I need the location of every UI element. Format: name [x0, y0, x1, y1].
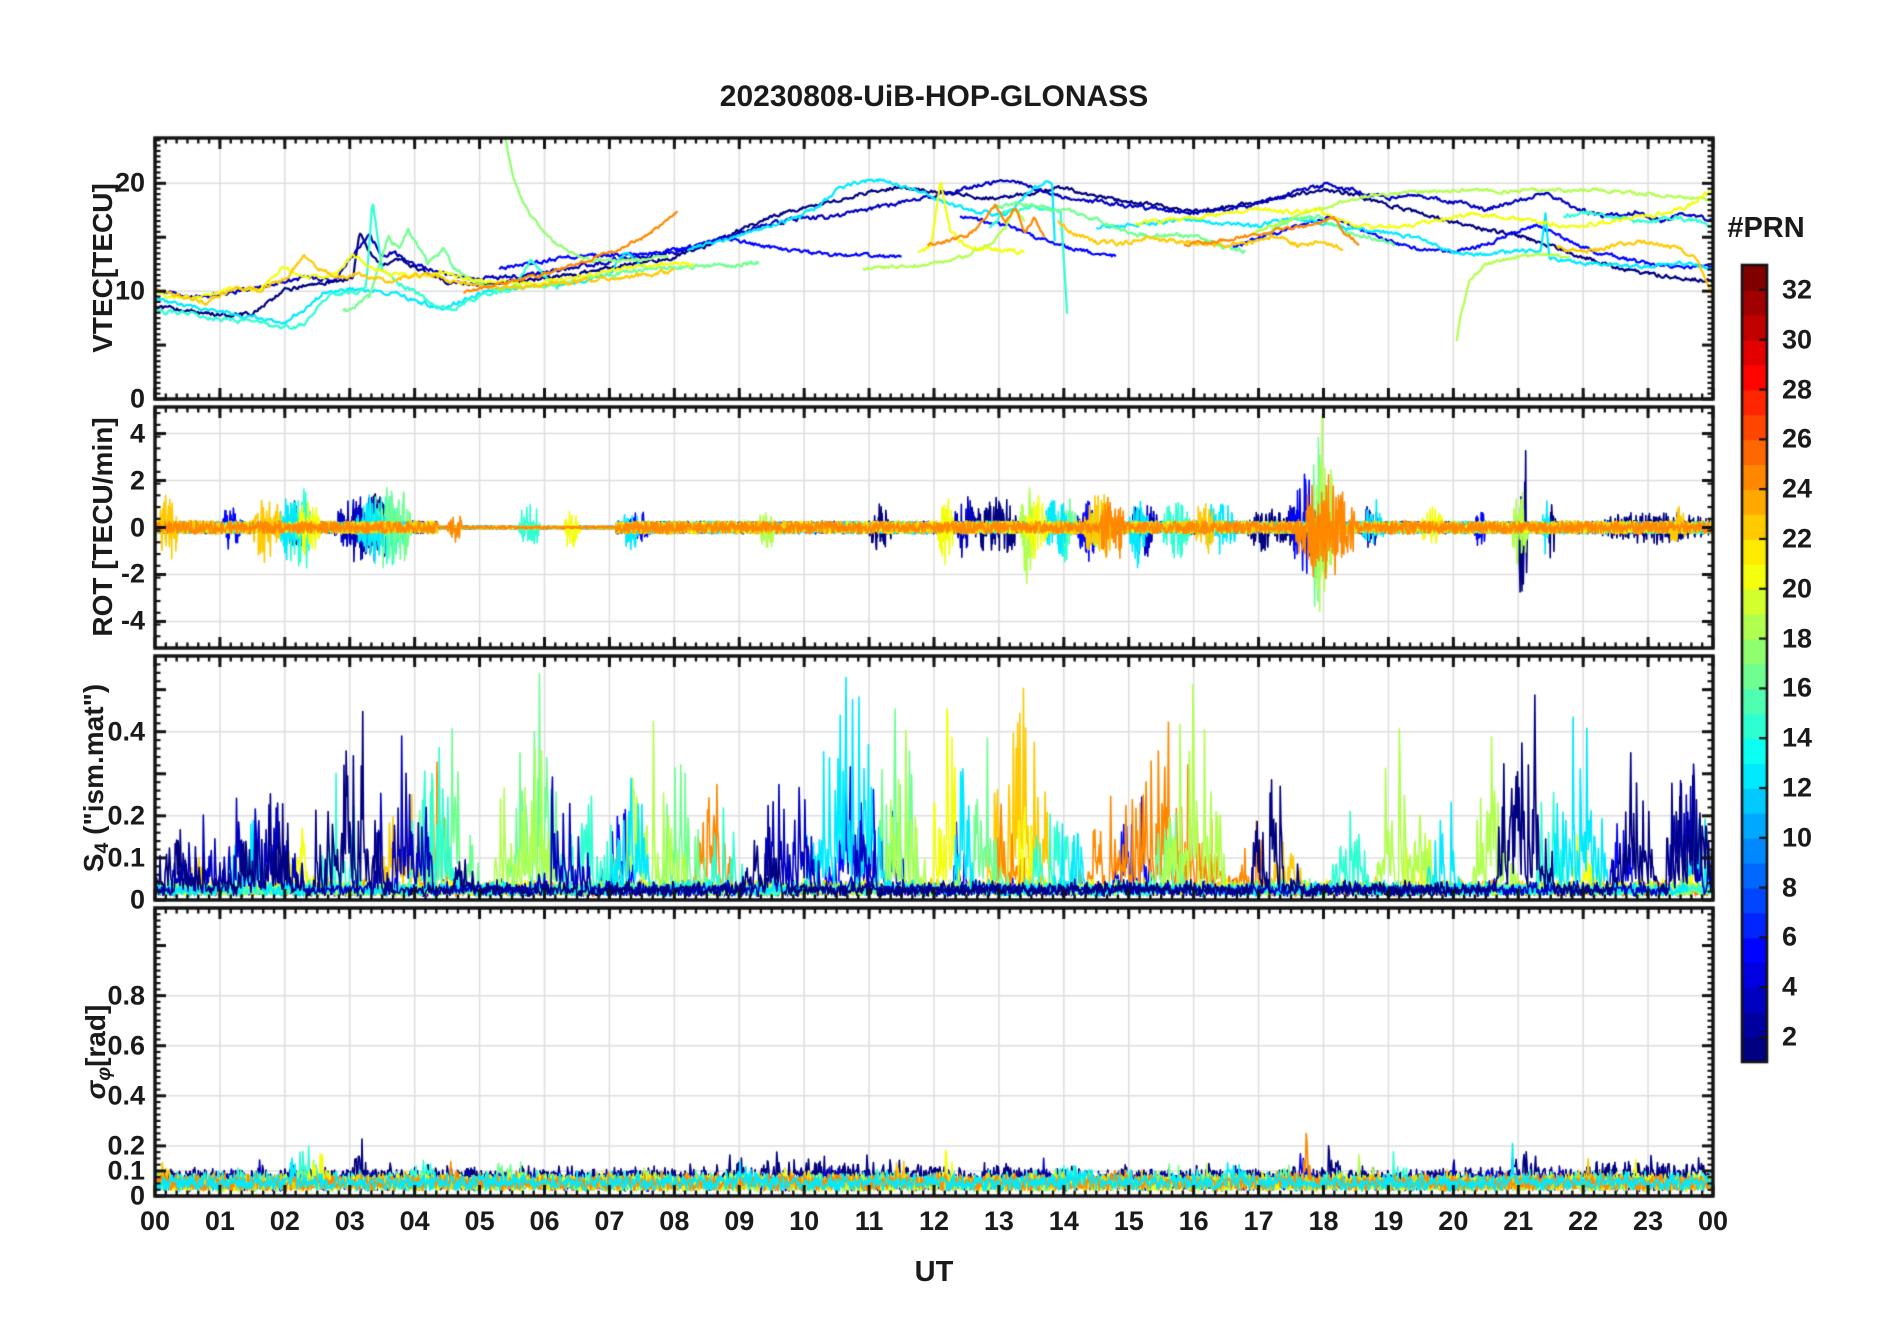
y-tick-label: -2 — [120, 558, 145, 589]
colorbar-title: #PRN — [1727, 212, 1805, 244]
y-axis-label-vtec: VTEC[TECU] — [87, 183, 118, 353]
x-tick-label: 22 — [1568, 1206, 1599, 1236]
y-tick-label: -4 — [120, 605, 145, 636]
colorbar-tick-label: 28 — [1782, 374, 1813, 405]
colorbar-tick-label: 8 — [1782, 872, 1798, 903]
colorbar-tick-label: 26 — [1782, 423, 1813, 454]
colorbar-tick-label: 6 — [1782, 921, 1798, 952]
x-tick-label: 08 — [659, 1206, 690, 1236]
y-tick-label: 0.4 — [107, 716, 145, 747]
x-tick-label: 09 — [724, 1206, 755, 1236]
colorbar-tick-label: 18 — [1782, 623, 1813, 654]
colorbar-tick-label: 12 — [1782, 772, 1813, 803]
y-tick-label: 0.8 — [107, 980, 145, 1011]
x-tick-label: 21 — [1503, 1206, 1534, 1236]
colorbar-tick-label: 14 — [1782, 722, 1813, 753]
x-tick-label: 23 — [1633, 1206, 1664, 1236]
y-tick-label: 0.1 — [107, 842, 145, 873]
y-tick-label: 0.2 — [107, 1130, 145, 1161]
x-tick-label: 18 — [1308, 1206, 1339, 1236]
figure-title: 20230808-UiB-HOP-GLONASS — [719, 80, 1149, 113]
colorbar-tick-label: 2 — [1782, 1021, 1798, 1052]
y-tick-label: 0.6 — [107, 1030, 145, 1061]
x-tick-label: 12 — [918, 1206, 950, 1236]
x-tick-label: 01 — [204, 1206, 235, 1236]
colorbar-tick-label: 22 — [1782, 523, 1813, 554]
x-tick-label: 07 — [594, 1206, 625, 1236]
figure: 20230808-UiB-HOP-GLONASS VTEC[TECU] ROT … — [0, 0, 1902, 1330]
colorbar-tick-label: 32 — [1782, 274, 1813, 305]
x-tick-label: 06 — [529, 1206, 560, 1236]
x-tick-label: 19 — [1373, 1206, 1404, 1236]
colorbar-tick-label: 20 — [1782, 573, 1813, 604]
colorbar-tick-label: 30 — [1782, 324, 1813, 355]
colorbar-tick-label: 10 — [1782, 822, 1813, 853]
y-tick-label: 0.2 — [107, 800, 145, 831]
x-tick-label: 03 — [334, 1206, 365, 1236]
x-tick-label: 11 — [854, 1206, 884, 1236]
y-tick-label: 0 — [129, 884, 145, 915]
x-tick-label: 00 — [1697, 1206, 1729, 1236]
x-tick-label: 13 — [983, 1206, 1014, 1236]
colorbar-tick-label: 24 — [1782, 473, 1813, 504]
x-tick-label: 10 — [789, 1206, 820, 1236]
y-tick-label: 20 — [114, 167, 145, 198]
x-tick-label: 14 — [1048, 1206, 1079, 1236]
x-tick-label: 04 — [399, 1206, 430, 1236]
colorbar-tick-label: 16 — [1782, 672, 1813, 703]
x-tick-label: 17 — [1243, 1206, 1274, 1236]
x-axis-label: UT — [914, 1256, 954, 1288]
y-tick-label: 4 — [129, 418, 145, 449]
y-tick-label: 0.4 — [107, 1080, 145, 1111]
y-tick-label: 10 — [114, 275, 145, 306]
x-tick-label: 15 — [1113, 1206, 1144, 1236]
y-tick-label: 2 — [129, 465, 145, 496]
x-tick-label: 05 — [464, 1206, 495, 1236]
y-tick-label: 0 — [129, 383, 145, 414]
colorbar-tick-label: 4 — [1782, 971, 1798, 1002]
x-tick-label: 20 — [1438, 1206, 1469, 1236]
figure-canvas — [0, 0, 1902, 1330]
x-tick-label: 02 — [269, 1206, 300, 1236]
x-tick-label: 16 — [1178, 1206, 1209, 1236]
y-tick-label: 0 — [129, 512, 145, 542]
